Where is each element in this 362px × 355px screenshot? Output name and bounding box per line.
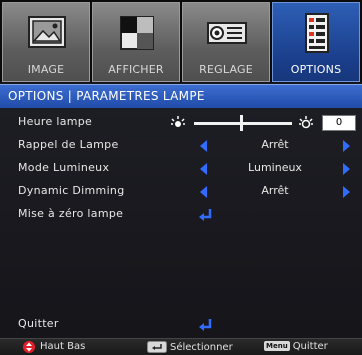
enter-key-icon (147, 341, 167, 353)
left-arrow-icon[interactable] (200, 140, 207, 152)
brightness-mode-label: Mode Lumineux (18, 161, 110, 174)
row-exit[interactable]: Quitter (0, 314, 362, 336)
display-icon (120, 16, 154, 50)
lamp-hours-value: 0 (322, 115, 356, 131)
right-arrow-icon[interactable] (343, 140, 350, 152)
row-lamp-reminder[interactable]: Rappel de Lampe Arrêt (0, 135, 362, 157)
footer-select-label: Sélectionner (170, 342, 233, 353)
brightness-low-icon (171, 116, 185, 127)
row-brightness-mode[interactable]: Mode Lumineux Lumineux (0, 158, 362, 180)
tab-afficher[interactable]: AFFICHER (92, 2, 180, 82)
tab-image[interactable]: IMAGE (2, 2, 90, 82)
exit-label: Quitter (18, 317, 59, 330)
footer-help-bar: Haut Bas Sélectionner Menu Quitter (0, 338, 362, 355)
dynamic-dimming-value: Arrêt (261, 184, 289, 197)
footer-exit-label: Quitter (292, 341, 328, 352)
enter-icon[interactable] (198, 317, 214, 333)
lamp-hours-slider-track[interactable] (194, 122, 292, 125)
tab-label-options: OPTIONS (290, 63, 342, 76)
options-icon (305, 13, 329, 53)
footer-select: Sélectionner (147, 341, 233, 353)
image-icon (28, 16, 66, 48)
left-arrow-icon[interactable] (200, 163, 207, 175)
tab-options[interactable]: OPTIONS (272, 2, 360, 82)
tab-label-afficher: AFFICHER (108, 63, 164, 76)
lamp-hours-slider-thumb[interactable] (240, 115, 243, 131)
up-down-icon (23, 341, 35, 353)
projector-icon (207, 22, 247, 44)
row-lamp-hours[interactable]: Heure lampe 0 (0, 112, 362, 134)
footer-navigate-label: Haut Bas (40, 341, 86, 352)
row-dynamic-dimming[interactable]: Dynamic Dimming Arrêt (0, 181, 362, 203)
tab-bar: IMAGE AFFICHER REGLAGE OPTIONS (0, 0, 362, 82)
section-title: OPTIONS | PARAMETRES LAMPE (8, 89, 205, 103)
right-arrow-icon[interactable] (343, 163, 350, 175)
lamp-reminder-label: Rappel de Lampe (18, 138, 119, 151)
brightness-mode-value: Lumineux (248, 161, 302, 174)
lamp-reset-label: Mise à zéro lampe (18, 207, 124, 220)
osd-menu: IMAGE AFFICHER REGLAGE OPTIONS OPTIONS |… (0, 0, 362, 355)
tab-reglage[interactable]: REGLAGE (182, 2, 270, 82)
left-arrow-icon[interactable] (200, 186, 207, 198)
lamp-hours-label: Heure lampe (18, 115, 93, 128)
dynamic-dimming-label: Dynamic Dimming (18, 184, 125, 197)
right-arrow-icon[interactable] (343, 186, 350, 198)
tab-label-reglage: REGLAGE (199, 63, 253, 76)
menu-key-icon: Menu (264, 341, 290, 351)
enter-icon[interactable] (198, 207, 214, 223)
lamp-reminder-value: Arrêt (261, 138, 289, 151)
section-header: OPTIONS | PARAMETRES LAMPE (0, 84, 362, 109)
footer-exit: Menu Quitter (264, 341, 328, 352)
tab-label-image: IMAGE (27, 63, 65, 76)
footer-navigate: Haut Bas (23, 341, 86, 353)
row-lamp-reset[interactable]: Mise à zéro lampe (0, 204, 362, 226)
menu-body: Heure lampe 0 Rappel de Lampe Arrêt Mode… (0, 108, 362, 336)
brightness-high-icon (299, 116, 313, 129)
